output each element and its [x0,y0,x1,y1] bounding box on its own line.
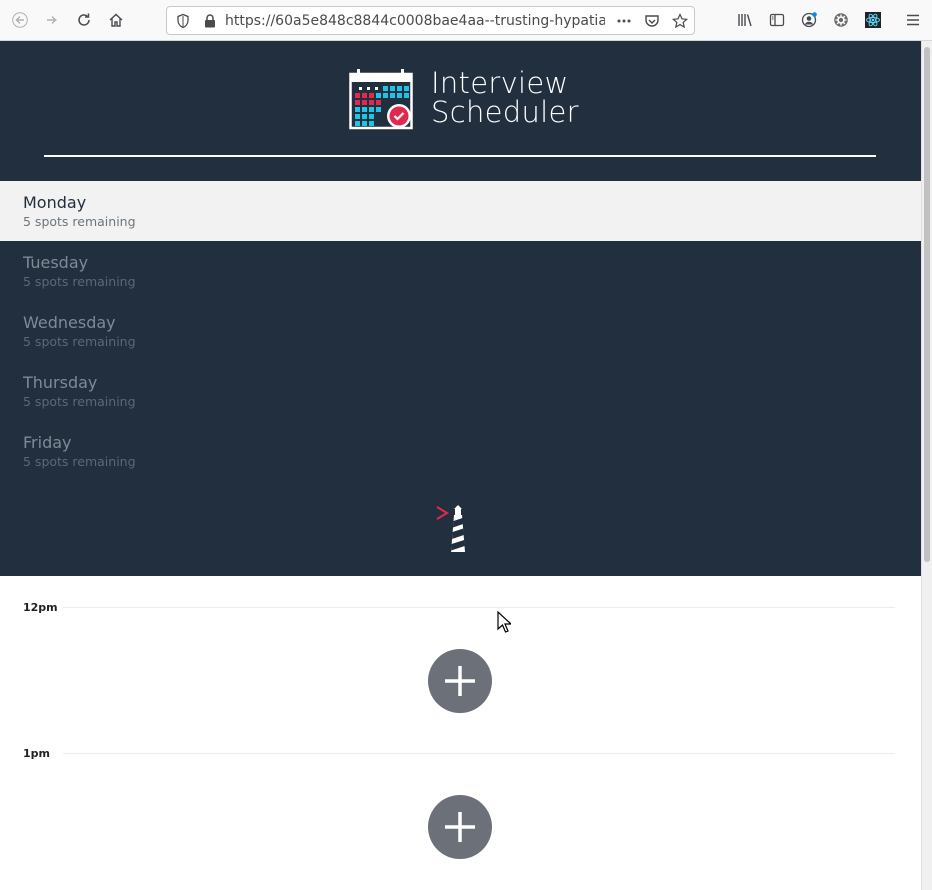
add-appointment-button[interactable] [428,795,492,859]
calendar-logo-icon [349,69,413,130]
slot-divider [63,607,895,608]
scrollbar-thumb[interactable] [924,47,930,562]
hamburger-menu-icon[interactable] [901,8,925,32]
forward-arrow-icon[interactable] [40,8,64,32]
schedule: 12pm 1pm [0,576,921,890]
day-name: Thursday [23,373,98,392]
day-name: Tuesday [23,253,89,272]
day-list: Monday 5 spots remaining Tuesday 5 spots… [0,181,921,481]
back-arrow-icon[interactable] [8,8,32,32]
lighthouse-logo-icon [436,505,465,552]
day-item-monday[interactable]: Monday 5 spots remaining [0,181,921,241]
day-item-thursday[interactable]: Thursday 5 spots remaining [0,361,921,421]
bookmark-star-icon[interactable] [672,13,688,29]
home-icon[interactable] [104,8,128,32]
day-spots: 5 spots remaining [23,334,136,349]
day-spots: 5 spots remaining [23,274,136,289]
page-actions-icon[interactable] [616,13,632,29]
slot-time: 1pm [23,747,50,760]
app-title-line2: Scheduler [431,95,579,129]
day-item-friday[interactable]: Friday 5 spots remaining [0,421,921,481]
day-spots: 5 spots remaining [23,394,136,409]
account-icon[interactable] [797,8,821,32]
add-appointment-button[interactable] [428,649,492,713]
url-bar[interactable]: https://60a5e848c8844c0008bae4aa--trusti… [166,6,695,35]
library-icon[interactable] [733,8,757,32]
shield-icon[interactable] [175,13,191,29]
extension-gear-icon[interactable] [829,8,853,32]
day-item-wednesday[interactable]: Wednesday 5 spots remaining [0,301,921,361]
sidebar: Interview Scheduler Monday 5 spots remai… [0,41,921,576]
day-name: Monday [23,193,87,212]
sidebar-separator [44,155,876,157]
sidebar-toggle-icon[interactable] [765,8,789,32]
url-text[interactable]: https://60a5e848c8844c0008bae4aa--trusti… [225,13,605,29]
slot-divider [63,753,895,754]
app-title: Interview Scheduler [431,69,581,127]
day-spots: 5 spots remaining [23,454,136,469]
pocket-icon[interactable] [644,13,660,29]
browser-toolbar: https://60a5e848c8844c0008bae4aa--trusti… [0,0,932,41]
page-viewport: Interview Scheduler Monday 5 spots remai… [0,41,921,890]
brand: Interview Scheduler [349,69,579,131]
day-spots: 5 spots remaining [23,214,136,229]
app-title-line1: Interview [431,66,569,100]
plus-icon [445,812,475,842]
slot-time: 12pm [23,601,58,614]
day-name: Wednesday [23,313,116,332]
plus-icon [445,666,475,696]
appointment-slot: 12pm [0,576,921,722]
reload-icon[interactable] [72,8,96,32]
lock-icon[interactable] [202,13,218,29]
mouse-cursor-icon [497,611,511,633]
page-scrollbar[interactable] [921,41,932,890]
appointment-slot: 1pm [0,722,921,868]
day-name: Friday [23,433,72,452]
day-item-tuesday[interactable]: Tuesday 5 spots remaining [0,241,921,301]
react-devtools-icon[interactable] [861,8,885,32]
